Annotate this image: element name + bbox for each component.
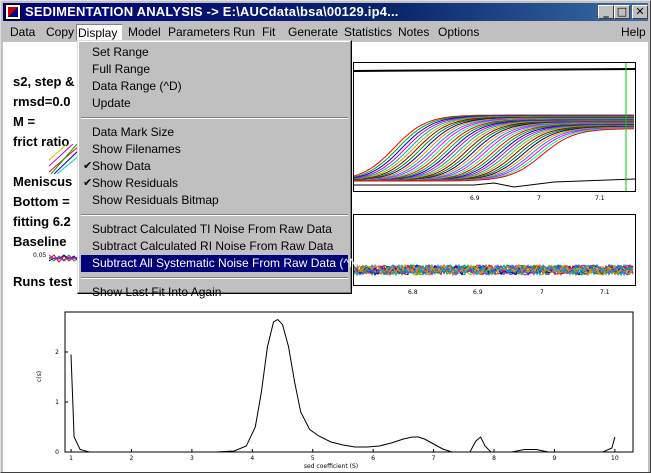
app-window: SEDIMENTATION ANALYSIS -> E:\AUCdata\bsa…	[0, 0, 651, 473]
display-menu-item-label: Set Range	[92, 45, 149, 59]
menu-parameters[interactable]: Parameters	[167, 24, 231, 40]
display-menu-item[interactable]: Show Filenames	[81, 141, 348, 158]
display-menu-item-label: Show Filenames	[92, 142, 181, 156]
x-axis-label: sed coefficient (S)	[304, 463, 358, 470]
menu-generate[interactable]: Generate	[287, 24, 339, 40]
rmsd-label: rmsd=0.0	[13, 94, 71, 109]
residual-y-label: 0.05	[33, 252, 47, 259]
bottom-label: Bottom =	[13, 194, 70, 209]
sedimentation-distribution-chart[interactable]: 1 2 3 4 5 6 7 8 9 10 0 1 2 c(s) sed coefficient (S)	[33, 310, 641, 472]
y-axis-label: c(s)	[36, 371, 43, 382]
x-tick-label: 9	[553, 455, 557, 462]
x-tick-label: 4	[250, 455, 254, 462]
x-tick-label: 2	[130, 455, 134, 462]
mini-residual-thumbnail	[49, 254, 79, 263]
x-tick-label: 5	[311, 455, 315, 462]
display-menu-item-label: Show Last Fit Into Again	[92, 285, 222, 299]
display-menu-item[interactable]: Subtract Calculated TI Noise From Raw Da…	[81, 221, 348, 238]
display-menu-item[interactable]: Data Mark Size	[81, 124, 348, 141]
display-menu-item-label: Show Residuals Bitmap	[92, 193, 219, 207]
top-xtick: 7	[537, 195, 541, 202]
x-tick-label: 7	[432, 455, 436, 462]
display-menu-item[interactable]: Subtract Calculated RI Noise From Raw Da…	[81, 238, 348, 255]
display-menu-item-label: Data Range (^D)	[92, 79, 182, 93]
residual-xtick: 7.1	[600, 289, 610, 296]
s2-label: s2, step &	[13, 74, 75, 89]
display-menu-item-label: Subtract All Systematic Noise From Raw D…	[92, 256, 362, 270]
menu-help[interactable]: Help	[620, 24, 647, 40]
raw-data-curves	[353, 63, 636, 191]
fitting-label: fitting 6.2	[13, 214, 71, 229]
menu-separator	[81, 214, 348, 216]
display-menu-item-label: Full Range	[92, 62, 151, 76]
menu-separator	[81, 117, 348, 119]
check-icon: ✔	[83, 177, 93, 189]
raw-scan-curve	[354, 122, 634, 182]
menu-options[interactable]: Options	[437, 24, 480, 40]
residual-plot[interactable]	[353, 214, 636, 286]
display-menu-item[interactable]: ✔ Show Data	[81, 158, 348, 175]
check-icon: ✔	[83, 160, 93, 172]
x-tick-label: 3	[190, 455, 194, 462]
menu-run[interactable]: Run	[232, 24, 256, 40]
menu-separator	[81, 277, 348, 279]
menu-bar: Data Copy Display Model Parameters Run F…	[3, 22, 648, 41]
plateau-line	[353, 68, 636, 72]
menu-display[interactable]: Display	[76, 24, 122, 40]
menu-notes[interactable]: Notes	[397, 24, 430, 40]
x-tick-label: 10	[611, 455, 619, 462]
display-menu-item-label: Subtract Calculated RI Noise From Raw Da…	[92, 239, 334, 253]
display-menu-item[interactable]: ✔ Show Residuals	[81, 175, 348, 192]
display-menu-item-label: Update	[92, 96, 131, 110]
display-menu-item[interactable]: Set Range	[81, 44, 348, 61]
top-xtick: 6.9	[470, 195, 480, 202]
display-menu-item-label: Subtract Calculated TI Noise From Raw Da…	[92, 222, 332, 236]
residual-xtick: 6.9	[473, 289, 483, 296]
y-tick-label: 2	[55, 349, 59, 356]
menu-model[interactable]: Model	[127, 24, 162, 40]
menu-fit[interactable]: Fit	[261, 24, 276, 40]
meniscus-label: Meniscus	[13, 174, 73, 189]
menu-copy[interactable]: Copy	[45, 24, 75, 40]
mini-data-thumbnail	[49, 144, 79, 174]
display-menu-item[interactable]: Show Last Fit Into Again	[81, 284, 348, 301]
display-menu-item[interactable]: Data Range (^D)	[81, 78, 348, 95]
residual-xtick: 6.8	[408, 289, 418, 296]
y-tick-label: 0	[55, 449, 59, 456]
display-menu-item-label: Data Mark Size	[92, 125, 175, 139]
display-menu-item[interactable]: Subtract All Systematic Noise From Raw D…	[81, 255, 362, 272]
display-dropdown-menu: Set Range Full Range Data Range (^D) Update…	[77, 40, 362, 299]
display-menu-item[interactable]: Show Residuals Bitmap	[81, 192, 348, 209]
display-menu-item[interactable]: Update	[81, 95, 348, 112]
m-label: M =	[13, 114, 36, 129]
x-tick-label: 8	[492, 455, 496, 462]
minimize-button[interactable]: _	[598, 5, 614, 19]
raw-data-plot[interactable]	[353, 62, 636, 192]
window-title: SEDIMENTATION ANALYSIS -> E:\AUCdata\bsa…	[25, 4, 399, 19]
top-xtick: 7.1	[595, 195, 605, 202]
runs-test-label: Runs test	[13, 274, 73, 289]
display-menu-item-label: Show Residuals	[92, 176, 179, 190]
residual-curves	[353, 263, 634, 277]
display-menu-item-label: Show Data	[92, 159, 151, 173]
display-menu-item[interactable]: Full Range	[81, 61, 348, 78]
residual-xtick: 7	[540, 289, 544, 296]
raw-scan-curve	[354, 125, 634, 182]
x-tick-label: 6	[371, 455, 375, 462]
chart-frame	[64, 311, 634, 453]
menu-data[interactable]: Data	[9, 24, 36, 40]
maximize-button[interactable]: □	[614, 5, 630, 19]
title-bar[interactable]: SEDIMENTATION ANALYSIS -> E:\AUCdata\bsa…	[3, 3, 648, 21]
close-button[interactable]: ✕	[632, 5, 648, 19]
x-tick-label: 1	[69, 455, 73, 462]
raw-scan-curve	[354, 124, 634, 182]
app-icon[interactable]	[5, 4, 21, 20]
y-tick-label: 1	[55, 399, 59, 406]
menu-statistics[interactable]: Statistics	[343, 24, 393, 40]
